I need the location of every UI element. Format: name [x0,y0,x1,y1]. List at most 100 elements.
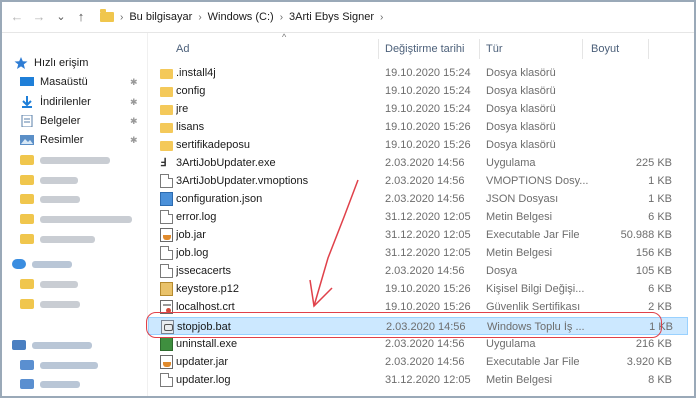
jar-icon [160,228,173,242]
cloud-icon [12,259,26,269]
exe-icon: Ⅎ [160,157,167,169]
file-type: Metin Belgesi [486,211,553,223]
file-row-jssecacerts[interactable]: jssecacerts 2.03.2020 14:56 Dosya 105 KB [148,262,688,280]
pin-icon[interactable]: ✱ [130,77,138,88]
file-row-jobupdater-exe[interactable]: Ⅎ 3ArtiJobUpdater.exe 2.03.2020 14:56 Uygul… [148,154,688,172]
file-type: Executable Jar File [486,229,580,241]
file-date: 31.12.2020 12:05 [385,247,471,259]
file-row-install4j[interactable]: .install4j 19.10.2020 15:24 Dosya klasörü [148,64,688,82]
column-divider[interactable] [378,39,379,59]
file-date: 2.03.2020 14:56 [385,193,465,205]
sidebar-item-redacted-cloud[interactable] [12,255,157,273]
folder-icon [160,123,173,133]
column-header-type[interactable]: Tür [486,43,503,55]
chevron-right-icon[interactable]: › [120,12,123,23]
file-row-job-log[interactable]: job.log 31.12.2020 12:05 Metin Belgesi 156 … [148,244,688,262]
file-type: Windows Toplu İş ... [487,321,585,333]
column-header-name[interactable]: Ad [176,43,189,55]
file-row-updater-jar[interactable]: updater.jar 2.03.2020 14:56 Executable Jar… [148,353,688,371]
forward-button[interactable]: → [30,8,48,26]
sidebar-item-redacted[interactable] [20,375,165,393]
file-type: Executable Jar File [486,356,580,368]
uninstall-icon [160,337,173,351]
file-size: 3.920 KB [626,356,672,368]
file-row-config[interactable]: config 19.10.2020 15:24 Dosya klasörü [148,82,688,100]
file-date: 19.10.2020 15:26 [385,283,471,295]
redacted-label [40,215,132,223]
file-type: Metin Belgesi [486,374,553,386]
pin-icon[interactable]: ✱ [130,97,138,108]
sidebar-item-redacted[interactable] [20,190,165,208]
file-date: 19.10.2020 15:24 [385,103,471,115]
redacted-label [40,380,80,388]
certificate-icon [160,300,173,314]
file-date: 19.10.2020 15:24 [385,67,471,79]
sidebar-item-quick-access[interactable]: Hızlı erişim [14,54,144,72]
column-header-size[interactable]: Boyut [591,43,619,55]
file-row-sertifikadeposu[interactable]: sertifikadeposu 19.10.2020 15:26 Dosya kla… [148,136,688,154]
address-bar: ← → ⌄ ↑ › Bu bilgisayar › Windows (C:) ›… [2,2,694,33]
column-headers: ^ Ad Değiştirme tarihi Tür Boyut [148,32,694,61]
column-divider[interactable] [648,39,649,59]
chevron-right-icon[interactable]: › [198,12,201,23]
file-type: VMOPTIONS Dosy... [486,175,589,187]
file-size: 6 KB [648,211,672,223]
recent-locations-button[interactable]: ⌄ [52,8,70,26]
sidebar-item-redacted[interactable] [20,356,165,374]
file-size: 216 KB [635,338,672,350]
folder-icon [160,69,173,79]
file-row-error-log[interactable]: error.log 31.12.2020 12:05 Metin Belgesi 6 … [148,208,688,226]
file-row-job-jar[interactable]: job.jar 31.12.2020 12:05 Executable Jar Fi… [148,226,688,244]
sidebar-item-pictures[interactable]: Resimler ✱ [20,131,147,149]
sidebar-item-redacted[interactable] [20,210,165,228]
column-header-date[interactable]: Değiştirme tarihi [385,43,464,55]
chevron-right-icon[interactable]: › [380,12,383,23]
file-type: Kişisel Bilgi Değişi... [486,283,585,295]
file-row-stopjob-bat[interactable]: stopjob.bat 2.03.2020 14:56 Windows Toplu … [148,317,688,335]
file-row-updater-log[interactable]: updater.log 31.12.2020 12:05 Metin Belgesi… [148,371,688,389]
file-date: 2.03.2020 14:56 [385,265,465,277]
sidebar-item-redacted[interactable] [20,151,165,169]
file-name: localhost.crt [176,301,235,313]
pin-icon[interactable]: ✱ [130,116,138,127]
file-name: stopjob.bat [177,321,231,333]
sidebar-item-redacted-pc[interactable] [12,336,157,354]
file-row-keystore[interactable]: keystore.p12 19.10.2020 15:26 Kişisel Bilg… [148,280,688,298]
folder-icon [20,360,34,370]
sidebar-item-redacted[interactable] [20,230,165,248]
file-name: .install4j [176,67,216,79]
file-row-lisans[interactable]: lisans 19.10.2020 15:26 Dosya klasörü [148,118,688,136]
back-button[interactable]: ← [8,8,26,26]
folder-icon [160,105,173,115]
breadcrumb-drive-c[interactable]: Windows (C:) [208,11,274,23]
file-type: Metin Belgesi [486,247,553,259]
file-row-uninstall-exe[interactable]: uninstall.exe 2.03.2020 14:56 Uygulama 216 … [148,335,688,353]
breadcrumb-current-folder[interactable]: 3Arti Ebys Signer [289,11,374,23]
sidebar-item-documents[interactable]: Belgeler ✱ [20,112,147,130]
file-type: Dosya [486,265,518,277]
file-row-localhost-crt[interactable]: localhost.crt 19.10.2020 15:26 Güvenlik Se… [148,298,688,316]
file-date: 19.10.2020 15:26 [385,121,471,133]
file-type: Dosya klasörü [486,121,556,133]
file-row-vmoptions[interactable]: 3ArtiJobUpdater.vmoptions 2.03.2020 14:56… [148,172,688,190]
folder-icon [160,87,173,97]
column-divider[interactable] [479,39,480,59]
sidebar-item-redacted[interactable] [20,295,165,313]
column-divider[interactable] [582,39,583,59]
text-file-icon [160,210,173,224]
folder-icon [160,141,173,151]
up-button[interactable]: ↑ [72,8,90,26]
sidebar-item-desktop[interactable]: Masaüstü ✱ [20,73,147,91]
key-icon [160,282,173,296]
sidebar-item-downloads[interactable]: İndirilenler ✱ [20,93,147,111]
sidebar-item-redacted[interactable] [20,275,165,293]
file-row-jre[interactable]: jre 19.10.2020 15:24 Dosya klasörü [148,100,688,118]
file-row-configuration-json[interactable]: configuration.json 2.03.2020 14:56 JSON Do… [148,190,688,208]
redacted-label [40,280,78,288]
sidebar-item-label: Belgeler [40,115,81,127]
pin-icon[interactable]: ✱ [130,135,138,146]
breadcrumb-this-pc[interactable]: Bu bilgisayar [129,11,192,23]
sidebar-item-redacted[interactable] [20,171,165,189]
chevron-right-icon[interactable]: › [280,12,283,23]
folder-icon [20,214,34,224]
